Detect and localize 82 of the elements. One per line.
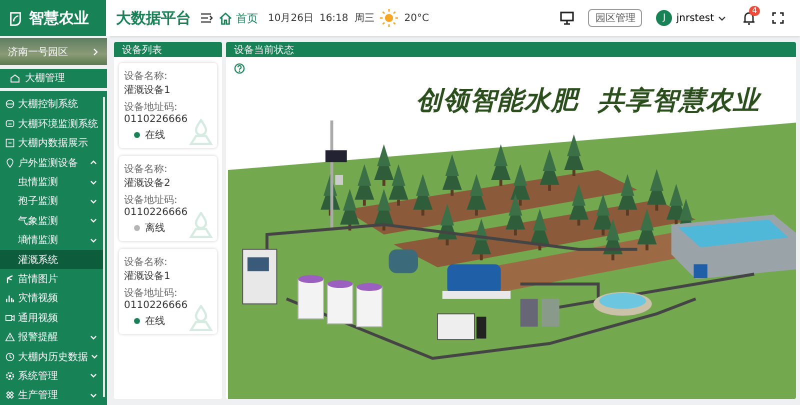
menu-item[interactable]: 孢子监测 — [0, 192, 103, 212]
chevron-down-icon — [90, 198, 97, 204]
clock-icon — [5, 352, 15, 362]
status-text: 在线 — [145, 128, 165, 142]
field-label: 设备名称: — [124, 256, 168, 269]
temperature-text: 20°C — [404, 12, 429, 24]
chevron-down-icon — [91, 354, 98, 360]
grid-icon — [5, 390, 15, 400]
park-management-button[interactable]: 园区管理 — [588, 9, 642, 27]
device-card[interactable]: 设备名称: 灌溉设备2 设备地址码: 0110226666 离线 — [119, 156, 217, 241]
menu-item[interactable]: 大棚控制系统 — [0, 94, 103, 114]
menu-item[interactable]: 系统管理 — [0, 366, 103, 386]
video-camera-icon — [5, 312, 15, 323]
status-text: 在线 — [145, 314, 165, 328]
sun-icon — [380, 9, 398, 27]
notification-badge: 4 — [749, 6, 760, 16]
warning-icon — [5, 332, 15, 342]
date-text: 10月26日 — [268, 12, 314, 25]
field-label: 设备名称: — [124, 163, 168, 176]
status-text: 离线 — [145, 222, 165, 235]
panel-title: 设备列表 — [114, 42, 222, 57]
menu-item[interactable]: 灾情视频 — [0, 288, 103, 308]
home-link[interactable]: 首页 — [219, 10, 258, 26]
chevron-down-icon — [90, 238, 97, 243]
menu-section[interactable]: 大棚管理 — [0, 69, 107, 88]
chevron-down-icon — [90, 392, 97, 398]
greenhouse-icon — [10, 73, 20, 84]
logo-text: 智慧农业 — [29, 8, 89, 28]
device-card[interactable]: 设备名称: 灌溉设备1 设备地址码: 0110226666 在线 — [119, 249, 217, 334]
menu-item[interactable]: 墒情监测 — [0, 230, 103, 250]
water-drop-icon — [189, 119, 213, 145]
control-icon — [5, 99, 15, 110]
park-selector[interactable]: 济南一号园区 — [0, 38, 107, 66]
device-name: 灌溉设备1 — [124, 84, 170, 97]
slogan-text: 创领智能水肥 共享智慧农业 — [416, 85, 760, 118]
menu-icon[interactable] — [201, 13, 213, 23]
panel-title: 设备当前状态 — [226, 42, 796, 57]
menu-item[interactable]: 报警提醒 — [0, 327, 103, 347]
fullscreen-icon[interactable] — [772, 12, 784, 24]
menu-item[interactable]: 灌溉系统 — [0, 250, 103, 270]
device-name: 灌溉设备2 — [124, 176, 170, 190]
menu-item[interactable]: 大棚环境监测系统 — [0, 114, 103, 134]
bar-chart-icon — [5, 293, 15, 304]
help-icon[interactable] — [234, 63, 245, 74]
menu-item[interactable]: 通用视频 — [0, 308, 103, 328]
chevron-right-icon — [93, 48, 99, 56]
home-icon — [219, 12, 232, 24]
field-label: 设备名称: — [124, 70, 168, 83]
device-address: 0110226666 — [124, 114, 188, 125]
field-label: 设备地址码: — [124, 100, 178, 114]
bell-icon[interactable] — [742, 11, 756, 25]
menu-item[interactable]: 气象监测 — [0, 211, 103, 230]
device-address: 0110226666 — [124, 207, 188, 218]
device-address: 0110226666 — [124, 300, 188, 311]
leaf-icon — [8, 10, 23, 26]
display-icon — [5, 138, 15, 148]
chevron-up-icon — [90, 160, 97, 166]
menu-item[interactable]: 大棚内历史数据 — [0, 346, 103, 366]
caret-icon — [718, 16, 726, 20]
menu-item[interactable]: 大棚内数据展示 — [0, 134, 103, 153]
chevron-down-icon — [90, 218, 97, 224]
menu-item[interactable]: 虫情监测 — [0, 172, 103, 192]
weekday-text: 周三 — [354, 12, 374, 25]
menu-item[interactable]: 苗情图片 — [0, 269, 103, 289]
time-text: 16:18 — [319, 12, 348, 24]
monitor-icon[interactable] — [560, 11, 574, 25]
user-menu[interactable]: J jnrstest — [656, 10, 726, 26]
chevron-down-icon — [90, 373, 97, 378]
water-drop-icon — [189, 305, 213, 331]
field-label: 设备地址码: — [124, 286, 178, 300]
device-card[interactable]: 设备名称: 灌溉设备1 设备地址码: 0110226666 在线 — [119, 63, 217, 148]
location-pin-icon — [5, 158, 15, 168]
device-name: 灌溉设备1 — [124, 270, 170, 283]
field-label: 设备地址码: — [124, 194, 178, 207]
gear-icon — [5, 370, 15, 381]
chevron-down-icon — [90, 180, 97, 184]
water-drop-icon — [189, 212, 213, 238]
menu-item[interactable]: 户外监测设备 — [0, 152, 103, 172]
platform-title: 大数据平台 — [116, 8, 191, 28]
chevron-down-icon — [90, 334, 97, 340]
avatar: J — [656, 10, 672, 26]
menu-item[interactable]: 生产管理 — [0, 386, 103, 405]
